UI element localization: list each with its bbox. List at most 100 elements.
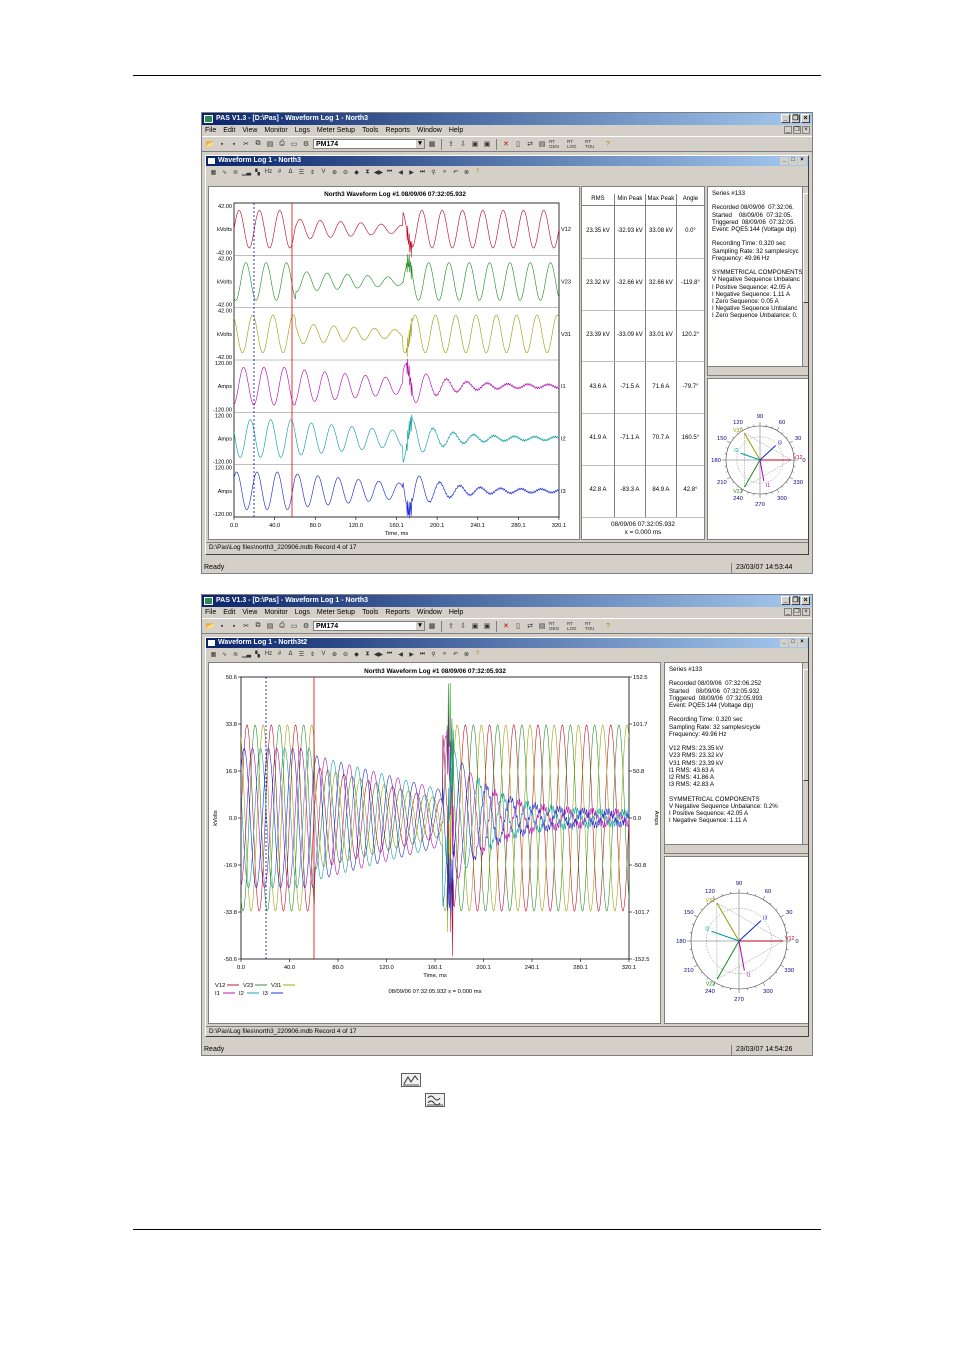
print-icon[interactable]: ⎙ [277, 621, 287, 631]
marker-icon[interactable]: ⇕ [308, 168, 317, 177]
child-maximize-icon[interactable]: □ [789, 157, 797, 165]
menu-tools[interactable]: Tools [362, 609, 378, 616]
grid-lines-icon[interactable]: # [275, 168, 284, 177]
report-icon[interactable]: ▤ [537, 621, 547, 631]
menu-monitor[interactable]: Monitor [264, 127, 287, 134]
spectrum-icon[interactable]: ▁▃ [242, 650, 251, 659]
help-icon[interactable]: ? [603, 139, 613, 149]
transfer-icon[interactable]: ⇄ [525, 139, 535, 149]
screen-icon[interactable]: ▣ [482, 139, 492, 149]
list-icon[interactable]: ☰ [297, 168, 306, 177]
menu-tools[interactable]: Tools [362, 127, 378, 134]
restore-icon[interactable]: ❐ [791, 114, 800, 123]
cancel-icon[interactable]: ⊗ [462, 650, 471, 659]
print-icon[interactable]: ⎙ [277, 139, 287, 149]
menu-reports[interactable]: Reports [385, 609, 410, 616]
delta-icon[interactable]: Δ [286, 650, 295, 659]
overlay-icon[interactable]: ≋ [231, 168, 240, 177]
find-icon[interactable]: ⚲ [429, 168, 438, 177]
child-close-icon[interactable]: × [798, 639, 806, 647]
copy-icon[interactable]: ⧉ [253, 621, 263, 631]
child-close-icon[interactable]: × [798, 157, 806, 165]
mdi-close-icon[interactable]: × [802, 126, 810, 134]
menu-logs[interactable]: Logs [295, 127, 310, 134]
page-icon[interactable]: ▯ [513, 621, 523, 631]
rt-tou-button[interactable]: RT TOU [585, 139, 601, 149]
cut-icon[interactable]: ✂ [241, 139, 251, 149]
last-record-icon[interactable]: ⏭ [418, 650, 427, 659]
menu-file[interactable]: File [205, 127, 216, 134]
channels-icon[interactable]: V [319, 168, 328, 177]
fit-x-icon[interactable]: ◀▶ [374, 168, 383, 177]
list-icon[interactable]: ☰ [297, 650, 306, 659]
info-horizontal-scrollbar[interactable] [665, 844, 808, 853]
next-record-icon[interactable]: ▶ [407, 168, 416, 177]
screen-icon[interactable]: ▣ [482, 621, 492, 631]
find-icon[interactable]: ⚲ [429, 650, 438, 659]
harmonics-icon[interactable]: ▚ [253, 168, 262, 177]
multichannel-graph[interactable]: North3 Waveform Log #1 08/09/06 07:32:05… [208, 186, 580, 540]
stop-icon[interactable]: ✕ [501, 621, 511, 631]
delta-icon[interactable]: Δ [286, 168, 295, 177]
center-icon[interactable]: ◆ [352, 650, 361, 659]
transfer-icon[interactable]: ⇄ [525, 621, 535, 631]
menu-monitor[interactable]: Monitor [264, 609, 287, 616]
prev-record-icon[interactable]: ◀ [396, 650, 405, 659]
preview-icon[interactable]: ▭ [289, 139, 299, 149]
child-maximize-icon[interactable]: □ [789, 639, 797, 647]
info-horizontal-scrollbar[interactable] [708, 366, 808, 375]
save-icon[interactable]: ▪ [217, 139, 227, 149]
zoom-in-icon[interactable]: ⊕ [330, 168, 339, 177]
minimize-icon[interactable]: _ [781, 596, 790, 605]
grid-icon[interactable]: ▦ [427, 139, 437, 149]
monitor-icon[interactable]: ▣ [470, 139, 480, 149]
last-record-icon[interactable]: ⏭ [418, 168, 427, 177]
menu-view[interactable]: View [242, 127, 257, 134]
series-info-panel[interactable]: Series #133 Recorded 08/09/06 07:32:06. … [707, 186, 808, 376]
undo-icon[interactable]: ↶ [451, 650, 460, 659]
paste-icon[interactable]: ▤ [265, 621, 275, 631]
overlay-icon[interactable]: ≋ [231, 650, 240, 659]
grid-icon[interactable]: ▦ [427, 621, 437, 631]
info-vertical-scrollbar[interactable] [802, 187, 808, 367]
stop-icon[interactable]: ✕ [501, 139, 511, 149]
device-combo[interactable]: PM174 [313, 621, 425, 631]
help-icon[interactable]: ? [473, 168, 482, 177]
rt-log-button[interactable]: RT LOG [567, 139, 583, 149]
save-all-icon[interactable]: ▪ [229, 621, 239, 631]
open-icon[interactable]: 📂 [205, 139, 215, 149]
center-icon[interactable]: ◆ [352, 168, 361, 177]
help-icon[interactable]: ? [473, 650, 482, 659]
menu-file[interactable]: File [205, 609, 216, 616]
upload-icon[interactable]: ⇪ [446, 139, 456, 149]
harmonics-icon[interactable]: ▚ [253, 650, 262, 659]
mdi-restore-icon[interactable]: ❐ [793, 126, 801, 134]
zoom-out-icon[interactable]: ⊖ [341, 168, 350, 177]
help-icon[interactable]: ? [603, 621, 613, 631]
menu-reports[interactable]: Reports [385, 127, 410, 134]
menu-window[interactable]: Window [417, 609, 442, 616]
setup-icon[interactable]: ⚙ [301, 139, 311, 149]
child-minimize-icon[interactable]: _ [780, 639, 788, 647]
download-icon[interactable]: ⇩ [458, 621, 468, 631]
close-icon[interactable]: × [801, 596, 810, 605]
fit-y-icon[interactable]: ⧗ [363, 650, 372, 659]
first-record-icon[interactable]: ⏮ [385, 168, 394, 177]
upload-icon[interactable]: ⇪ [446, 621, 456, 631]
menu-meter-setup[interactable]: Meter Setup [317, 609, 355, 616]
menu-help[interactable]: Help [449, 127, 463, 134]
undo-icon[interactable]: ↶ [451, 168, 460, 177]
spectrum-icon[interactable]: ▁▃ [242, 168, 251, 177]
rt-log-button[interactable]: RT LOG [567, 621, 583, 631]
hz-button[interactable]: Hz [264, 168, 273, 177]
menu-edit[interactable]: Edit [223, 609, 235, 616]
mdi-minimize-icon[interactable]: _ [784, 608, 792, 616]
mdi-close-icon[interactable]: × [802, 608, 810, 616]
report-icon[interactable]: ▤ [537, 139, 547, 149]
page-icon[interactable]: ▯ [513, 139, 523, 149]
menu-window[interactable]: Window [417, 127, 442, 134]
zoom-out-icon[interactable]: ⊖ [341, 650, 350, 659]
table-view-icon[interactable]: ▦ [209, 650, 218, 659]
setup-icon[interactable]: ⚙ [301, 621, 311, 631]
rt-tou-button[interactable]: RT TOU [585, 621, 601, 631]
